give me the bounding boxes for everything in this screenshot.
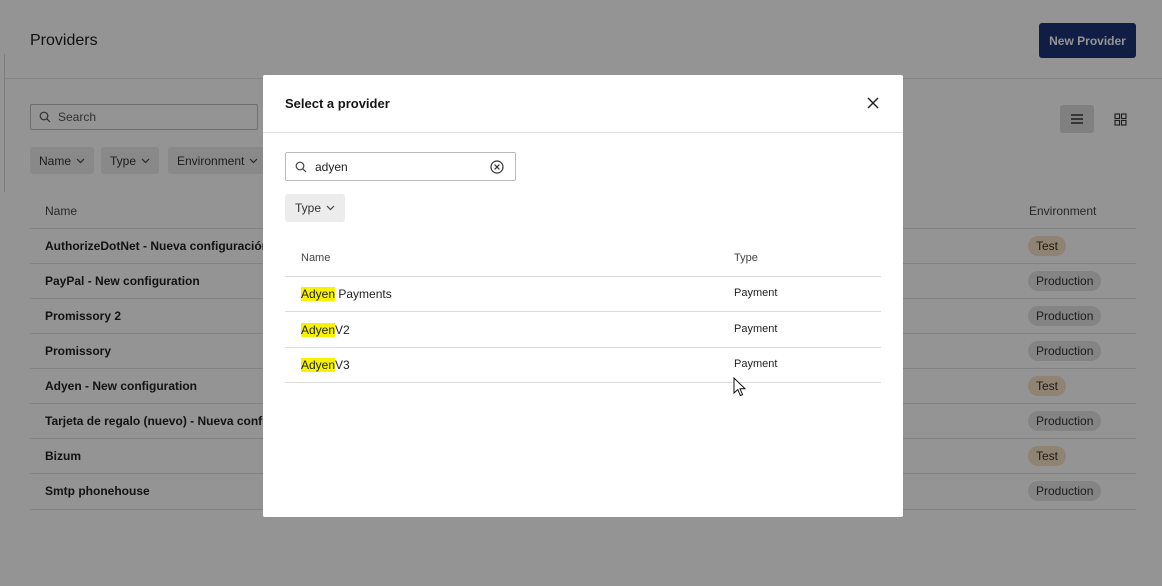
close-button[interactable] bbox=[863, 93, 883, 113]
provider-search-input[interactable]: adyen bbox=[285, 152, 516, 181]
dialog-title: Select a provider bbox=[285, 96, 390, 111]
name-rest: Payments bbox=[335, 287, 392, 301]
clear-search-button[interactable] bbox=[489, 159, 505, 175]
provider-option-type: Payment bbox=[734, 287, 778, 299]
clear-circle-icon bbox=[490, 159, 504, 174]
type-filter-label: Type bbox=[295, 201, 322, 215]
dialog-header: Select a provider bbox=[263, 75, 903, 133]
type-filter[interactable]: Type bbox=[285, 194, 346, 222]
name-rest: V2 bbox=[335, 323, 350, 337]
provider-option[interactable]: AdyenV3 Payment bbox=[285, 347, 881, 383]
search-highlight: Adyen bbox=[301, 287, 336, 301]
search-icon bbox=[295, 161, 307, 172]
search-highlight: Adyen bbox=[301, 358, 336, 372]
provider-option-name: AdyenV3 bbox=[301, 358, 350, 372]
provider-option[interactable]: AdyenV2 Payment bbox=[285, 312, 881, 348]
provider-option[interactable]: Adyen Payments Payment bbox=[285, 276, 881, 312]
provider-option-name: AdyenV2 bbox=[301, 323, 350, 337]
dialog-column-name: Name bbox=[301, 252, 331, 264]
chevron-down-icon bbox=[326, 205, 335, 211]
mouse-cursor-icon bbox=[733, 377, 747, 397]
search-value: adyen bbox=[315, 159, 348, 174]
provider-option-type: Payment bbox=[734, 358, 778, 370]
dialog-column-type: Type bbox=[734, 252, 758, 264]
provider-option-type: Payment bbox=[734, 323, 778, 335]
select-provider-dialog: Select a provider adyen Type Name Type A… bbox=[263, 75, 903, 517]
name-rest: V3 bbox=[335, 358, 350, 372]
provider-option-name: Adyen Payments bbox=[301, 287, 392, 301]
close-icon bbox=[867, 97, 879, 109]
search-highlight: Adyen bbox=[301, 323, 336, 337]
